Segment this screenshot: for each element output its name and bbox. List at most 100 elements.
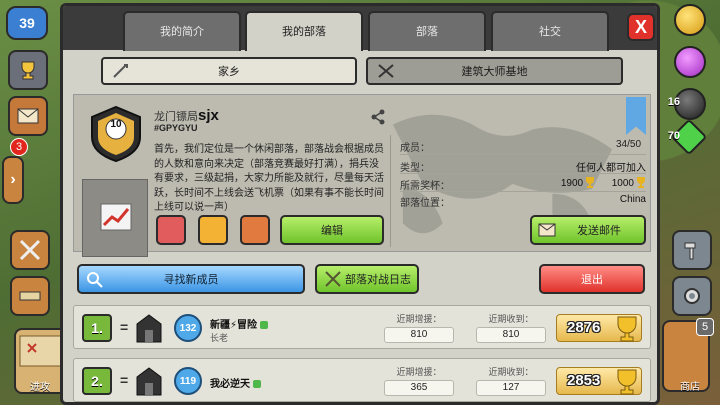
xp-level-badge: 119 — [174, 367, 202, 395]
rank-badge: 2. — [82, 367, 112, 395]
crossed-hammers-icon — [378, 64, 394, 78]
info-row-members: 成员： — [400, 139, 648, 154]
dark-elixir-amount: 16 — [667, 96, 680, 108]
trophy-icon — [586, 177, 595, 188]
chart-up-icon — [100, 203, 132, 231]
send-mail-button[interactable]: 发送邮件 — [530, 215, 646, 245]
member-row[interactable]: 2. = 119 我必逆天 近期增援： 365 近期收到： 127 2853 — [73, 358, 651, 402]
clan-name-prefix: 龙门镖局 — [154, 111, 198, 123]
map-icon — [19, 335, 63, 367]
donated-label: 近期增援： — [396, 314, 442, 324]
clan-war-log-button[interactable]: 部落对战日志 — [315, 264, 419, 294]
member-name-text: 新疆⚡冒险 — [210, 320, 258, 331]
sub-tab-home-village[interactable]: 家乡 — [101, 57, 357, 85]
trophy-count-box: 2876 — [556, 314, 642, 342]
hammer-icon — [684, 242, 696, 260]
chat-icon — [260, 321, 269, 329]
clan-description: 首先，我们定位是一个休闲部落，部落战会根据成员的人数和意向来决定（部落竞赛最好打… — [154, 144, 384, 214]
clan-info-panel: 10 龙门镖局sjx #GPYGYU 首先，我们定位是一个休闲部落，部落战会根据… — [73, 94, 651, 257]
required-trophies-builder: 1000 — [611, 178, 634, 189]
clan-dialog: 我的简介 我的部落 部落 社交 X 家乡 建筑大师基地 10 龙门镖局sjx #… — [60, 3, 660, 405]
ruler-icon — [19, 291, 41, 301]
required-trophies-label: 所需奖杯： — [400, 181, 450, 192]
tab-my-clan[interactable]: 我的部落 — [245, 11, 363, 51]
player-level-badge[interactable]: 39 — [6, 6, 48, 40]
row-divider — [400, 173, 646, 174]
clan-perk-castle-icon[interactable] — [240, 215, 270, 245]
received-stat: 近期收到： 810 — [466, 310, 556, 346]
panel-divider — [390, 135, 391, 247]
tab-clans[interactable]: 部落 — [368, 11, 486, 51]
crossed-swords-icon — [19, 239, 41, 261]
clan-war-button[interactable] — [10, 230, 50, 270]
required-trophies-home: 1900 — [560, 178, 584, 189]
received-label: 近期收到： — [488, 314, 534, 324]
clan-level: 10 — [110, 119, 122, 130]
trophy-button[interactable] — [8, 50, 48, 90]
search-icon — [87, 272, 103, 288]
type-label: 类型： — [400, 163, 430, 174]
donated-value: 365 — [384, 380, 454, 396]
row-divider — [400, 191, 646, 192]
clan-name: sjx — [198, 107, 219, 124]
shop-label: 商店 — [680, 382, 700, 393]
trophy-count-box: 2853 — [556, 367, 642, 395]
close-button[interactable]: X — [627, 13, 655, 41]
donated-stat: 近期增援： 810 — [374, 310, 464, 346]
info-row-location: 部落位置： China — [400, 194, 648, 209]
received-value: 127 — [476, 380, 546, 396]
trophy-count: 2876 — [567, 319, 601, 336]
crossed-swords-icon — [325, 271, 341, 287]
received-label: 近期收到： — [488, 367, 534, 377]
share-icon[interactable] — [370, 109, 386, 125]
tab-social[interactable]: 社交 — [491, 11, 609, 51]
gem-amount: 70 — [667, 130, 680, 142]
trophy-icon — [21, 61, 35, 80]
member-name: 我必逆天 — [210, 375, 261, 390]
received-value: 810 — [476, 327, 546, 343]
rank-change: = — [120, 319, 129, 335]
rank-badge: 1. — [82, 314, 112, 342]
row-divider — [400, 154, 646, 155]
donated-label: 近期增援： — [396, 367, 442, 377]
find-new-members-button[interactable]: 寻找新成员 — [77, 264, 305, 294]
member-role: 长老 — [210, 333, 229, 343]
trophy-icon — [617, 316, 637, 342]
clan-tag: #GPYGYU — [154, 123, 198, 133]
member-name-text: 我必逆天 — [210, 379, 250, 390]
info-row-type: 类型： 任何人都可加入 — [400, 159, 648, 174]
info-row-required-trophies: 所需奖杯： 1900 1000 — [400, 177, 648, 192]
sub-tab-builder-base[interactable]: 建筑大师基地 — [366, 57, 623, 85]
clan-badge-icon — [91, 105, 141, 163]
hammer-button[interactable] — [672, 230, 712, 270]
sword-icon — [113, 64, 128, 78]
received-stat: 近期收到： 127 — [466, 363, 556, 399]
tab-my-profile[interactable]: 我的简介 — [123, 11, 241, 51]
member-row[interactable]: 1. = 132 新疆⚡冒险 长老 近期增援： 810 近期收到： 810 28… — [73, 305, 651, 349]
clan-war-log-label: 部落对战日志 — [345, 274, 411, 286]
edit-button[interactable]: 编辑 — [280, 215, 384, 245]
builder-button[interactable] — [10, 276, 50, 316]
gold-icon — [674, 4, 706, 36]
chat-icon — [253, 380, 261, 388]
shop-count-badge: 5 — [696, 318, 714, 336]
find-new-members-label: 寻找新成员 — [163, 274, 219, 286]
mail-icon — [538, 223, 556, 237]
settings-button[interactable] — [672, 276, 712, 316]
leave-clan-button[interactable]: 退出 — [539, 264, 645, 294]
chat-expand-button[interactable]: › — [2, 156, 24, 204]
donated-value: 810 — [384, 327, 454, 343]
mail-count-badge: 3 — [10, 138, 28, 156]
clan-perk-reward-icon[interactable] — [198, 215, 228, 245]
clan-perk-donation-icon[interactable] — [156, 215, 186, 245]
donated-stat: 近期增援： 365 — [374, 363, 464, 399]
rank-change: = — [120, 372, 129, 388]
trophy-icon — [637, 177, 645, 188]
sub-tab-home-label: 家乡 — [218, 66, 240, 78]
mail-icon — [17, 108, 39, 124]
town-hall-icon — [136, 314, 162, 343]
location-label: 部落位置： — [400, 198, 450, 209]
trophy-count: 2853 — [567, 372, 601, 389]
xp-level-badge: 132 — [174, 314, 202, 342]
mail-button[interactable] — [8, 96, 48, 136]
